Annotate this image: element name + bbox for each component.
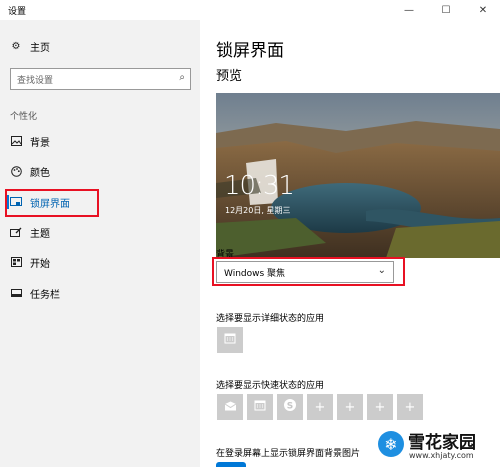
maximize-button[interactable]: ☐ [429,0,463,20]
page-title: 锁屏界面 [216,41,284,61]
close-button[interactable]: ✕ [466,0,500,20]
quick-status-label: 选择要显示快速状态的应用 [216,381,325,391]
search-placeholder: 查找设置 [17,76,54,86]
sidebar-item-background[interactable]: 背景 [0,128,200,154]
svg-text:S: S [287,402,293,412]
detailed-status-label: 选择要显示详细状态的应用 [216,314,325,324]
watermark: ❄ 雪花家园 www.xhjaty.com [372,425,500,467]
quick-status-mail-button[interactable] [217,394,243,420]
sidebar: ⚙ 主页 查找设置 ⌕ 个性化 背景 颜色 锁屏界面 主题 开始 任务栏 [0,20,200,467]
sidebar-item-label: 主题 [30,228,50,240]
quick-status-skype-button[interactable]: S [277,394,303,420]
preview-heading: 预览 [216,69,243,84]
lock-screen-preview: 10:31 12月20日, 星期三 [216,93,500,258]
plus-icon: + [314,399,326,415]
window-title: 设置 [8,7,27,17]
sidebar-item-label: 主页 [30,42,50,54]
palette-icon [10,165,22,177]
main-panel: 锁屏界面 预览 10:31 12月20日, 星期三 背景 Windows 聚焦 … [200,20,500,467]
mail-icon [224,400,237,415]
watermark-url: www.xhjaty.com [409,451,474,460]
sidebar-item-taskbar[interactable]: 任务栏 [0,280,200,306]
taskbar-icon [10,287,22,299]
calendar-icon [254,399,266,415]
plus-icon: + [374,399,386,415]
sidebar-item-themes[interactable]: 主题 [0,219,200,245]
quick-status-add-button[interactable]: + [397,394,423,420]
sidebar-item-home[interactable]: ⚙ 主页 [0,33,200,59]
plus-icon: + [404,399,416,415]
sidebar-item-start[interactable]: 开始 [0,249,200,275]
quick-status-add-button[interactable]: + [337,394,363,420]
picture-icon [10,135,22,147]
highlight-box [212,257,405,286]
sidebar-item-label: 背景 [30,137,50,149]
quick-status-add-button[interactable]: + [307,394,333,420]
preview-date: 12月20日, 星期三 [225,206,291,215]
sidebar-item-colors[interactable]: 颜色 [0,158,200,184]
calendar-icon [224,332,236,348]
quick-status-calendar-button[interactable] [247,394,273,420]
detailed-status-app-button[interactable] [217,327,243,353]
search-icon[interactable]: ⌕ [179,72,185,83]
preview-time: 10:31 [224,171,295,201]
gear-icon: ⚙ [11,40,21,52]
theme-brush-icon [10,226,22,238]
sidebar-item-label: 颜色 [30,167,50,179]
start-grid-icon [10,256,22,268]
section-heading: 个性化 [10,112,38,122]
snowflake-logo-icon: ❄ [378,431,404,457]
watermark-title: 雪花家园 [408,433,476,453]
signin-background-label: 在登录屏幕上显示锁屏界面背景图片 [216,449,361,459]
title-bar: 设置 — ☐ ✕ [0,0,500,20]
sidebar-item-label: 开始 [30,258,50,270]
plus-icon: + [344,399,356,415]
quick-status-add-button[interactable]: + [367,394,393,420]
search-input[interactable]: 查找设置 ⌕ [10,68,191,90]
sidebar-item-label: 任务栏 [30,289,60,301]
signin-background-toggle[interactable] [216,462,246,467]
highlight-box [5,189,99,217]
minimize-button[interactable]: — [392,0,426,20]
skype-icon: S [283,398,297,416]
